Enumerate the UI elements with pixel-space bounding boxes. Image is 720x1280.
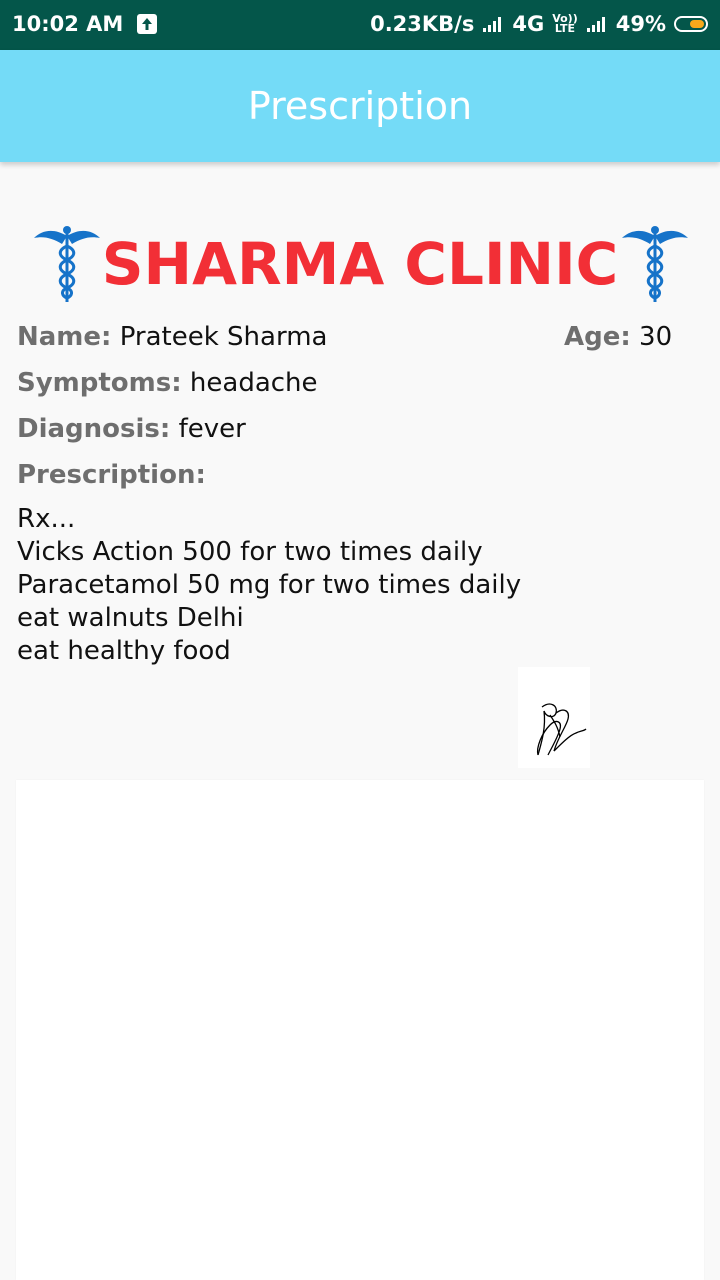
blank-card (16, 780, 704, 1280)
prescription-line: Rx... (17, 504, 76, 534)
status-bar: 10:02 AM 0.23KB/s 4G Vo)) LTE 49% (0, 0, 720, 50)
page-title: Prescription (247, 84, 473, 128)
name-value: Prateek Sharma (119, 322, 328, 352)
caduceus-icon (622, 226, 688, 302)
diagnosis-value: fever (178, 414, 246, 444)
symptoms-label: Symptoms: (17, 368, 182, 398)
prescription-line: eat healthy food (17, 636, 231, 666)
status-right: 0.23KB/s 4G Vo)) LTE 49% (370, 12, 708, 36)
prescription-line: Vicks Action 500 for two times daily (17, 537, 483, 567)
battery-percent: 49% (615, 12, 666, 36)
age-label: Age: (564, 322, 631, 352)
upload-icon (137, 14, 158, 34)
age-value: 30 (639, 322, 673, 352)
prescription-label: Prescription: (17, 460, 206, 490)
symptoms-value: headache (189, 368, 318, 398)
clinic-header: SHARMA CLINIC (0, 218, 720, 308)
prescription-field: Prescription: (17, 460, 206, 490)
prescription-line: Paracetamol 50 mg for two times daily (17, 570, 522, 600)
prescription-line: eat walnuts Delhi (17, 603, 244, 633)
signal-icon (586, 17, 605, 32)
volte-bottom: LTE (554, 22, 576, 35)
diagnosis-label: Diagnosis: (17, 414, 171, 444)
diagnosis-field: Diagnosis: fever (17, 414, 246, 444)
name-field: Name: Prateek Sharma (17, 322, 327, 352)
prescription-text: Rx... Vicks Action 500 for two times dai… (17, 503, 657, 668)
status-time: 10:02 AM (12, 12, 124, 36)
signature-image (518, 667, 590, 768)
symptoms-field: Symptoms: headache (17, 368, 318, 398)
status-left: 10:02 AM (12, 12, 158, 36)
volte-icon: Vo)) LTE (552, 13, 578, 35)
signal-icon (483, 17, 502, 32)
status-speed: 0.23KB/s (370, 12, 475, 36)
age-field: Age: 30 (564, 322, 672, 352)
battery-icon (674, 16, 708, 32)
app-bar: Prescription (0, 50, 720, 162)
name-label: Name: (17, 322, 112, 352)
status-network: 4G (512, 12, 545, 36)
clinic-name: SHARMA CLINIC (101, 230, 619, 298)
